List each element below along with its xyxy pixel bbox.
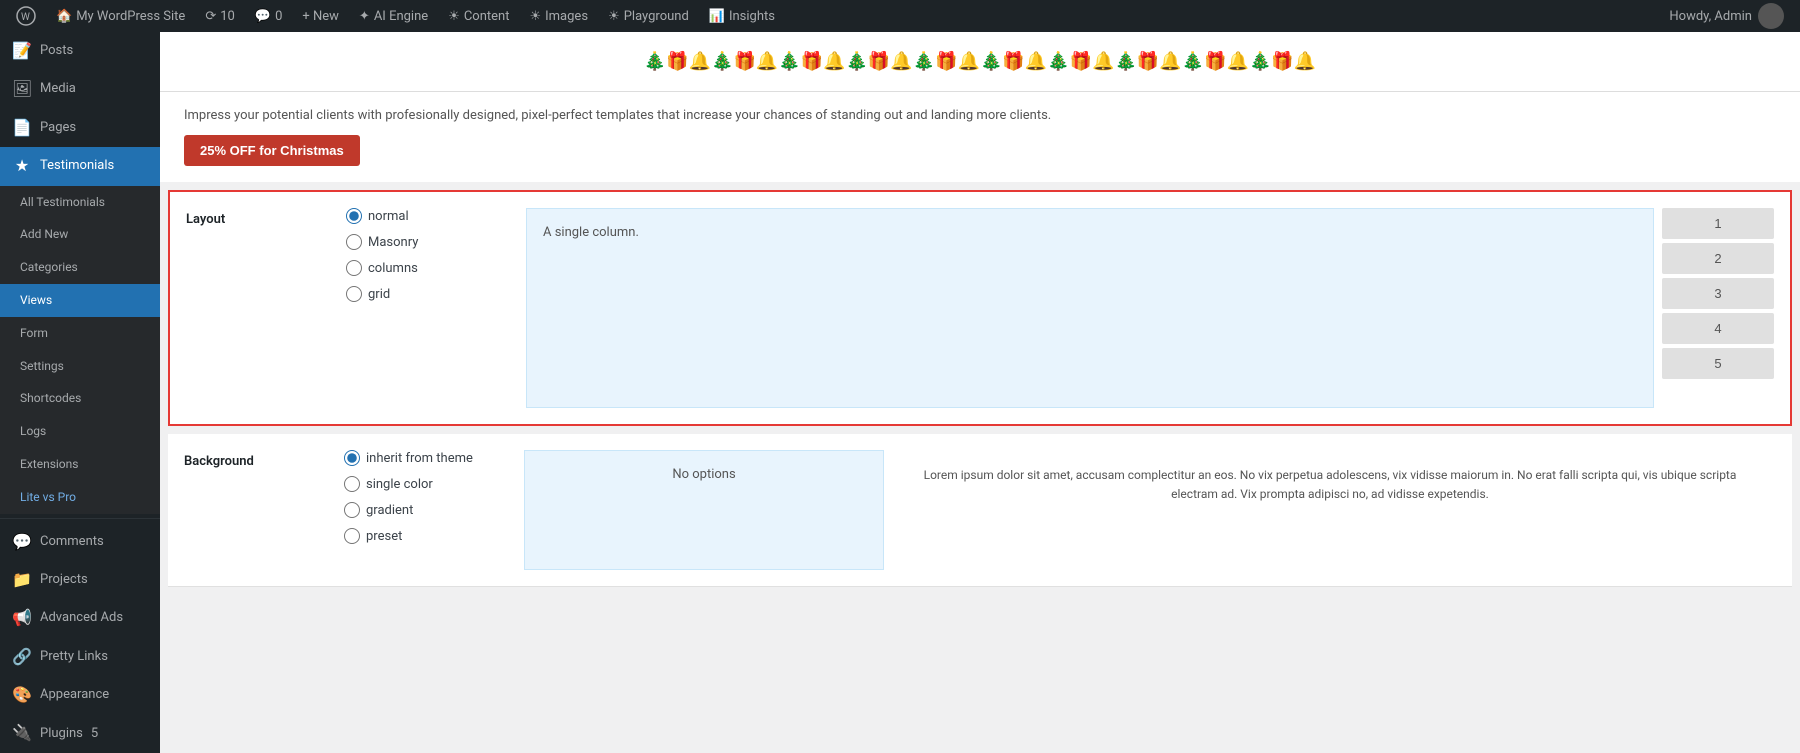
content-icon: ☀ (448, 9, 460, 24)
projects-icon: 📁 (12, 569, 32, 591)
sidebar-item-add-new[interactable]: Add New (0, 218, 160, 251)
testimonials-icon: ★ (12, 155, 32, 177)
sidebar-item-logs[interactable]: Logs (0, 415, 160, 448)
content-bar-item[interactable]: ☀ Content (440, 0, 517, 32)
comments-icon: 💬 (12, 531, 32, 553)
comments-bar-item[interactable]: 💬 0 (247, 0, 291, 32)
media-icon: 🖼 (12, 78, 32, 100)
col-num-3[interactable]: 3 (1662, 278, 1774, 309)
sidebar: 📝 Posts 🖼 Media 📄 Pages ★ Testimonials A… (0, 32, 160, 753)
background-text-preview: Lorem ipsum dolor sit amet, accusam comp… (884, 450, 1776, 570)
sidebar-item-testimonials[interactable]: ★ Testimonials (0, 147, 160, 185)
monitor-icon: ⟳ (205, 9, 216, 24)
advanced-ads-icon: 📢 (12, 607, 32, 629)
layout-options: normal Masonry columns grid (346, 208, 526, 408)
sidebar-item-projects[interactable]: 📁 Projects (0, 561, 160, 599)
insights-bar-item[interactable]: 📊 Insights (701, 0, 783, 32)
ai-engine-bar-item[interactable]: ✦ AI Engine (351, 0, 436, 32)
sidebar-item-categories[interactable]: Categories (0, 251, 160, 284)
layout-radio-masonry[interactable] (346, 234, 362, 250)
sidebar-item-views[interactable]: Views (0, 284, 160, 317)
layout-option-normal[interactable]: normal (346, 208, 526, 224)
bg-radio-preset[interactable] (344, 528, 360, 544)
layout-option-columns[interactable]: columns (346, 260, 526, 276)
ai-icon: ✦ (359, 9, 370, 24)
images-icon: ☀ (529, 9, 541, 24)
background-preview: No options (524, 450, 884, 570)
new-bar-item[interactable]: + New (294, 0, 347, 32)
bg-option-gradient[interactable]: gradient (344, 502, 524, 518)
bg-radio-single-color[interactable] (344, 476, 360, 492)
banner-description: Impress your potential clients with prof… (184, 108, 1776, 123)
bg-radio-inherit[interactable] (344, 450, 360, 466)
bg-option-preset[interactable]: preset (344, 528, 524, 544)
sidebar-item-posts[interactable]: 📝 Posts (0, 32, 160, 70)
avatar[interactable] (1758, 3, 1784, 29)
background-options: inherit from theme single color gradient… (344, 450, 524, 570)
monitor-bar-item[interactable]: ⟳ 10 (197, 0, 243, 32)
howdy-text: Howdy, Admin (1661, 3, 1792, 29)
sidebar-item-form[interactable]: Form (0, 317, 160, 350)
svg-text:W: W (21, 12, 30, 23)
pretty-links-icon: 🔗 (12, 646, 32, 668)
home-icon: 🏠 (56, 9, 72, 24)
layout-option-masonry[interactable]: Masonry (346, 234, 526, 250)
column-numbers: 1 2 3 4 5 (1654, 208, 1774, 408)
layout-radio-grid[interactable] (346, 286, 362, 302)
sidebar-item-extensions[interactable]: Extensions (0, 448, 160, 481)
layout-radio-normal[interactable] (346, 208, 362, 224)
banner-decorative: 🎄🎁🔔🎄🎁🔔🎄🎁🔔🎄🎁🔔🎄🎁🔔🎄🎁🔔🎄🎁🔔🎄🎁🔔🎄🎁🔔🎄🎁🔔 (160, 32, 1800, 92)
sidebar-item-all-testimonials[interactable]: All Testimonials (0, 186, 160, 219)
christmas-button[interactable]: 25% OFF for Christmas (184, 135, 360, 166)
sidebar-item-advanced-ads[interactable]: 📢 Advanced Ads (0, 599, 160, 637)
sidebar-item-lite-vs-pro[interactable]: Lite vs Pro (0, 481, 160, 514)
main-content: 🎄🎁🔔🎄🎁🔔🎄🎁🔔🎄🎁🔔🎄🎁🔔🎄🎁🔔🎄🎁🔔🎄🎁🔔🎄🎁🔔🎄🎁🔔 Impress y… (160, 32, 1800, 753)
sidebar-separator-1 (0, 518, 160, 519)
site-name[interactable]: 🏠 My WordPress Site (48, 0, 193, 32)
sidebar-item-pages[interactable]: 📄 Pages (0, 109, 160, 147)
plugins-badge: 5 (91, 725, 98, 743)
layout-section: Layout normal Masonry columns grid (168, 190, 1792, 426)
col-num-2[interactable]: 2 (1662, 243, 1774, 274)
bg-option-inherit[interactable]: inherit from theme (344, 450, 524, 466)
layout-preview: A single column. (526, 208, 1654, 408)
wp-logo[interactable]: W (8, 6, 44, 26)
sidebar-item-settings[interactable]: Settings (0, 350, 160, 383)
bg-radio-gradient[interactable] (344, 502, 360, 518)
col-num-4[interactable]: 4 (1662, 313, 1774, 344)
col-num-1[interactable]: 1 (1662, 208, 1774, 239)
layout-radio-columns[interactable] (346, 260, 362, 276)
sidebar-item-appearance[interactable]: 🎨 Appearance (0, 676, 160, 714)
plugins-icon: 🔌 (12, 722, 32, 744)
playground-bar-item[interactable]: ☀ Playground (600, 0, 697, 32)
layout-label: Layout (186, 208, 346, 408)
banner-area: 🎄🎁🔔🎄🎁🔔🎄🎁🔔🎄🎁🔔🎄🎁🔔🎄🎁🔔🎄🎁🔔🎄🎁🔔🎄🎁🔔🎄🎁🔔 Impress y… (160, 32, 1800, 182)
sidebar-item-pretty-links[interactable]: 🔗 Pretty Links (0, 638, 160, 676)
playground-icon: ☀ (608, 9, 620, 24)
admin-bar: W 🏠 My WordPress Site ⟳ 10 💬 0 + New ✦ A… (0, 0, 1800, 32)
layout-option-grid[interactable]: grid (346, 286, 526, 302)
background-label: Background (184, 450, 344, 570)
comment-icon: 💬 (255, 9, 271, 24)
images-bar-item[interactable]: ☀ Images (521, 0, 596, 32)
appearance-icon: 🎨 (12, 684, 32, 706)
sidebar-item-plugins[interactable]: 🔌 Plugins 5 (0, 714, 160, 752)
posts-icon: 📝 (12, 40, 32, 62)
sidebar-item-shortcodes[interactable]: Shortcodes (0, 382, 160, 415)
xmas-icons: 🎄🎁🔔🎄🎁🔔🎄🎁🔔🎄🎁🔔🎄🎁🔔🎄🎁🔔🎄🎁🔔🎄🎁🔔🎄🎁🔔🎄🎁🔔 (160, 51, 1800, 72)
banner-text: Impress your potential clients with prof… (160, 92, 1800, 182)
insights-icon: 📊 (709, 9, 725, 24)
background-section: Background inherit from theme single col… (168, 434, 1792, 587)
col-num-5[interactable]: 5 (1662, 348, 1774, 379)
sidebar-item-comments[interactable]: 💬 Comments (0, 523, 160, 561)
sidebar-item-media[interactable]: 🖼 Media (0, 70, 160, 108)
bg-option-single-color[interactable]: single color (344, 476, 524, 492)
pages-icon: 📄 (12, 117, 32, 139)
